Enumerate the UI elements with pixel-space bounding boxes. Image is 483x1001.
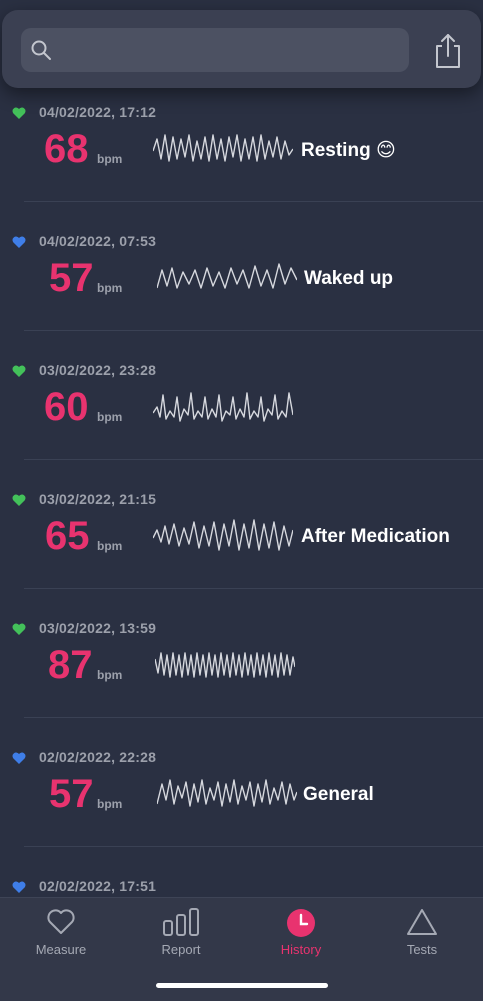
entry-date: 02/02/2022, 17:51 (39, 878, 157, 894)
heart-blue-icon (12, 881, 26, 893)
clock-icon (287, 909, 315, 937)
heart-green-icon (12, 365, 26, 377)
history-entry[interactable]: 04/02/2022, 17:12 68 bpm Resting 😊 (0, 73, 483, 202)
entry-date: 03/02/2022, 23:28 (39, 362, 157, 378)
history-entry[interactable]: 03/02/2022, 13:59 87 bpm (0, 589, 483, 718)
heart-outline-icon (47, 909, 75, 934)
tab-history[interactable]: History (241, 898, 361, 968)
entry-date: 04/02/2022, 07:53 (39, 233, 157, 249)
tab-tests[interactable]: Tests (362, 898, 482, 968)
entry-date: 04/02/2022, 17:12 (39, 104, 157, 120)
bar-chart-icon (163, 908, 199, 936)
entry-bpm-unit: bpm (97, 797, 123, 811)
entry-bpm-unit: bpm (97, 539, 123, 553)
entry-date: 02/02/2022, 22:28 (39, 749, 157, 765)
history-entry[interactable]: 03/02/2022, 23:28 60 bpm (0, 331, 483, 460)
heartbeat-waveform (157, 263, 297, 289)
entry-tag: Resting 😊 (301, 140, 396, 161)
entry-bpm-value: 60 (44, 385, 89, 429)
history-entry[interactable]: 02/02/2022, 22:28 57 bpm General (0, 718, 483, 847)
entry-bpm-unit: bpm (97, 281, 123, 295)
heartbeat-waveform (153, 134, 293, 162)
tab-report[interactable]: Report (121, 898, 241, 968)
history-list[interactable]: 04/02/2022, 17:12 68 bpm Resting 😊 04/02… (0, 0, 483, 897)
heart-blue-icon (12, 236, 26, 248)
history-entry[interactable]: 04/02/2022, 07:53 57 bpm Waked up (0, 202, 483, 331)
triangle-icon (407, 909, 437, 935)
entry-bpm-unit: bpm (97, 668, 123, 682)
entry-bpm-unit: bpm (97, 410, 123, 424)
history-entry[interactable]: 03/02/2022, 21:15 65 bpm After Medicatio… (0, 460, 483, 589)
tab-label: History (280, 942, 322, 957)
tab-bar: Measure Report History Tests (0, 897, 483, 1001)
tab-label: Tests (406, 942, 438, 957)
tab-label: Measure (35, 942, 87, 957)
search-input[interactable] (21, 28, 409, 72)
heart-green-icon (12, 623, 26, 635)
heart-blue-icon (12, 752, 26, 764)
entry-date: 03/02/2022, 21:15 (39, 491, 157, 507)
history-entry[interactable]: 02/02/2022, 17:51 (0, 847, 483, 897)
home-indicator (156, 983, 328, 988)
entry-bpm-unit: bpm (97, 152, 123, 166)
heart-green-icon (12, 107, 26, 119)
entry-tag: Waked up (304, 268, 394, 289)
entry-date: 03/02/2022, 13:59 (39, 620, 157, 636)
share-icon[interactable] (430, 32, 466, 70)
entry-tag: General (303, 784, 374, 805)
heart-green-icon (12, 494, 26, 506)
search-header (2, 10, 481, 88)
heartbeat-waveform (155, 652, 295, 678)
entry-bpm-value: 87 (48, 643, 93, 687)
search-icon (31, 40, 51, 60)
entry-bpm-value: 68 (44, 127, 89, 171)
heartbeat-waveform (153, 392, 293, 422)
entry-tag: After Medication (301, 526, 450, 547)
entry-bpm-value: 57 (49, 772, 94, 816)
heartbeat-waveform (157, 779, 297, 807)
entry-bpm-value: 65 (45, 514, 90, 558)
tab-label: Report (161, 942, 201, 957)
heartbeat-waveform (153, 519, 293, 551)
tab-measure[interactable]: Measure (1, 898, 121, 968)
entry-bpm-value: 57 (49, 256, 94, 300)
